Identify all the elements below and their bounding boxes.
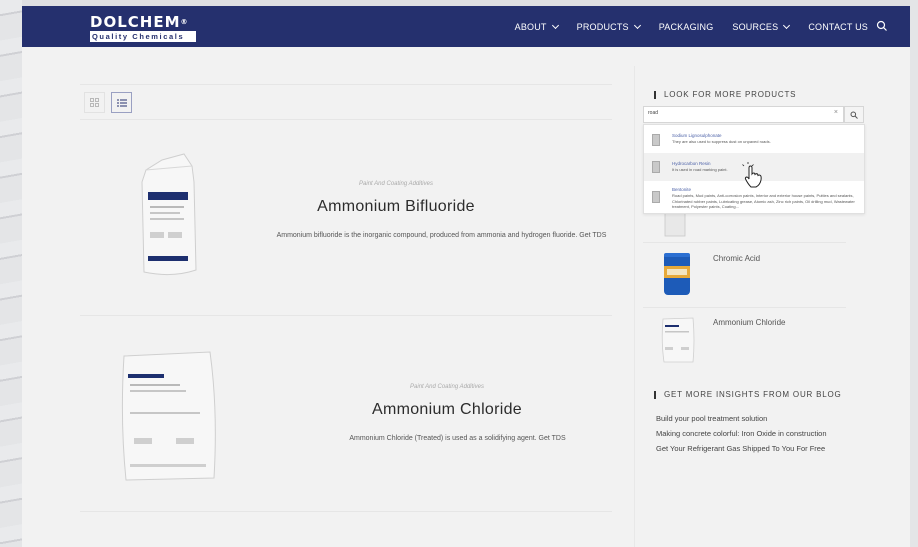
site-logo[interactable]: DOLCHEM® Quality Chemicals [90,15,200,42]
product-image-ammonium-bifluoride[interactable] [132,152,204,282]
divider [80,119,612,120]
sidebar-search-heading: LOOK FOR MORE PRODUCTS [654,90,796,99]
result-thumbnail [652,134,660,146]
result-thumbnail [652,161,660,173]
background-edge [0,0,22,547]
nav-about[interactable]: ABOUT [515,21,559,32]
blog-link[interactable]: Making concrete colorful: Iron Oxide in … [656,429,827,438]
chevron-down-icon [633,21,641,29]
product-image-chromic-acid[interactable] [663,250,691,298]
site-header: DOLCHEM® Quality Chemicals ABOUT PRODUCT… [22,6,910,47]
product-image-ammonium-chloride[interactable] [118,350,220,482]
product-description: Ammonium bifluoride is the inorganic com… [276,232,607,239]
product-image-ammonium-chloride-thumb[interactable] [661,317,695,363]
product-title[interactable]: Ammonium Bifluoride [226,198,566,216]
result-thumbnail [652,191,660,203]
nav-products[interactable]: PRODUCTS [577,21,641,32]
side-product-name[interactable]: Chromic Acid [713,254,760,263]
product-description: Ammonium Chloride (Treated) is used as a… [349,435,566,442]
result-name: Sodium Lignosulphonate [672,133,722,138]
chevron-down-icon [783,21,791,29]
divider [643,242,846,243]
search-submit-button[interactable] [844,106,864,123]
search-result-item[interactable]: Sodium Lignosulphonate They are also use… [644,125,864,153]
divider [80,315,612,316]
product-category[interactable]: Paint And Coating Additives [277,384,617,390]
main-nav: ABOUT PRODUCTS PACKAGING SOURCES CONTACT… [496,6,868,47]
product-search-input[interactable]: road × [643,106,844,123]
sidebar-blog-heading: GET MORE INSIGHTS FROM OUR BLOG [654,390,842,399]
search-input-value: road [648,110,659,116]
result-snippet: Road paints, Mud paints, Anti-corrosion … [672,193,855,209]
list-view-button[interactable] [111,92,132,113]
list-view-icon [116,99,127,106]
blog-link[interactable]: Get Your Refrigerant Gas Shipped To You … [656,444,825,453]
search-icon [850,111,858,119]
blog-link[interactable]: Build your pool treatment solution [656,414,767,423]
divider [80,84,612,85]
chevron-down-icon [551,21,559,29]
logo-wordmark: DOLCHEM® [90,13,189,31]
result-name: Bentonite [672,187,692,192]
clear-search-icon[interactable]: × [834,109,838,116]
result-name: Hydrocarbon Resin [672,161,711,166]
result-snippet: They are also used to suppress dust on u… [672,139,771,144]
product-title[interactable]: Ammonium Chloride [277,401,617,419]
divider [643,307,846,308]
page: DOLCHEM® Quality Chemicals ABOUT PRODUCT… [22,6,910,547]
product-category[interactable]: Paint And Coating Additives [226,181,566,187]
nav-contact[interactable]: CONTACT US [808,22,868,32]
sidebar-separator [634,66,635,547]
hand-cursor-icon [742,162,762,188]
search-icon[interactable] [876,20,888,32]
logo-tagline: Quality Chemicals [90,31,196,42]
side-product-name[interactable]: Ammonium Chloride [713,318,785,327]
background-edge-right [910,0,918,547]
grid-view-icon [90,98,99,107]
result-snippet: It is used in road marking paint. [672,167,728,172]
nav-packaging[interactable]: PACKAGING [659,22,714,32]
grid-view-button[interactable] [84,92,105,113]
divider [80,511,612,512]
nav-sources[interactable]: SOURCES [732,21,791,32]
